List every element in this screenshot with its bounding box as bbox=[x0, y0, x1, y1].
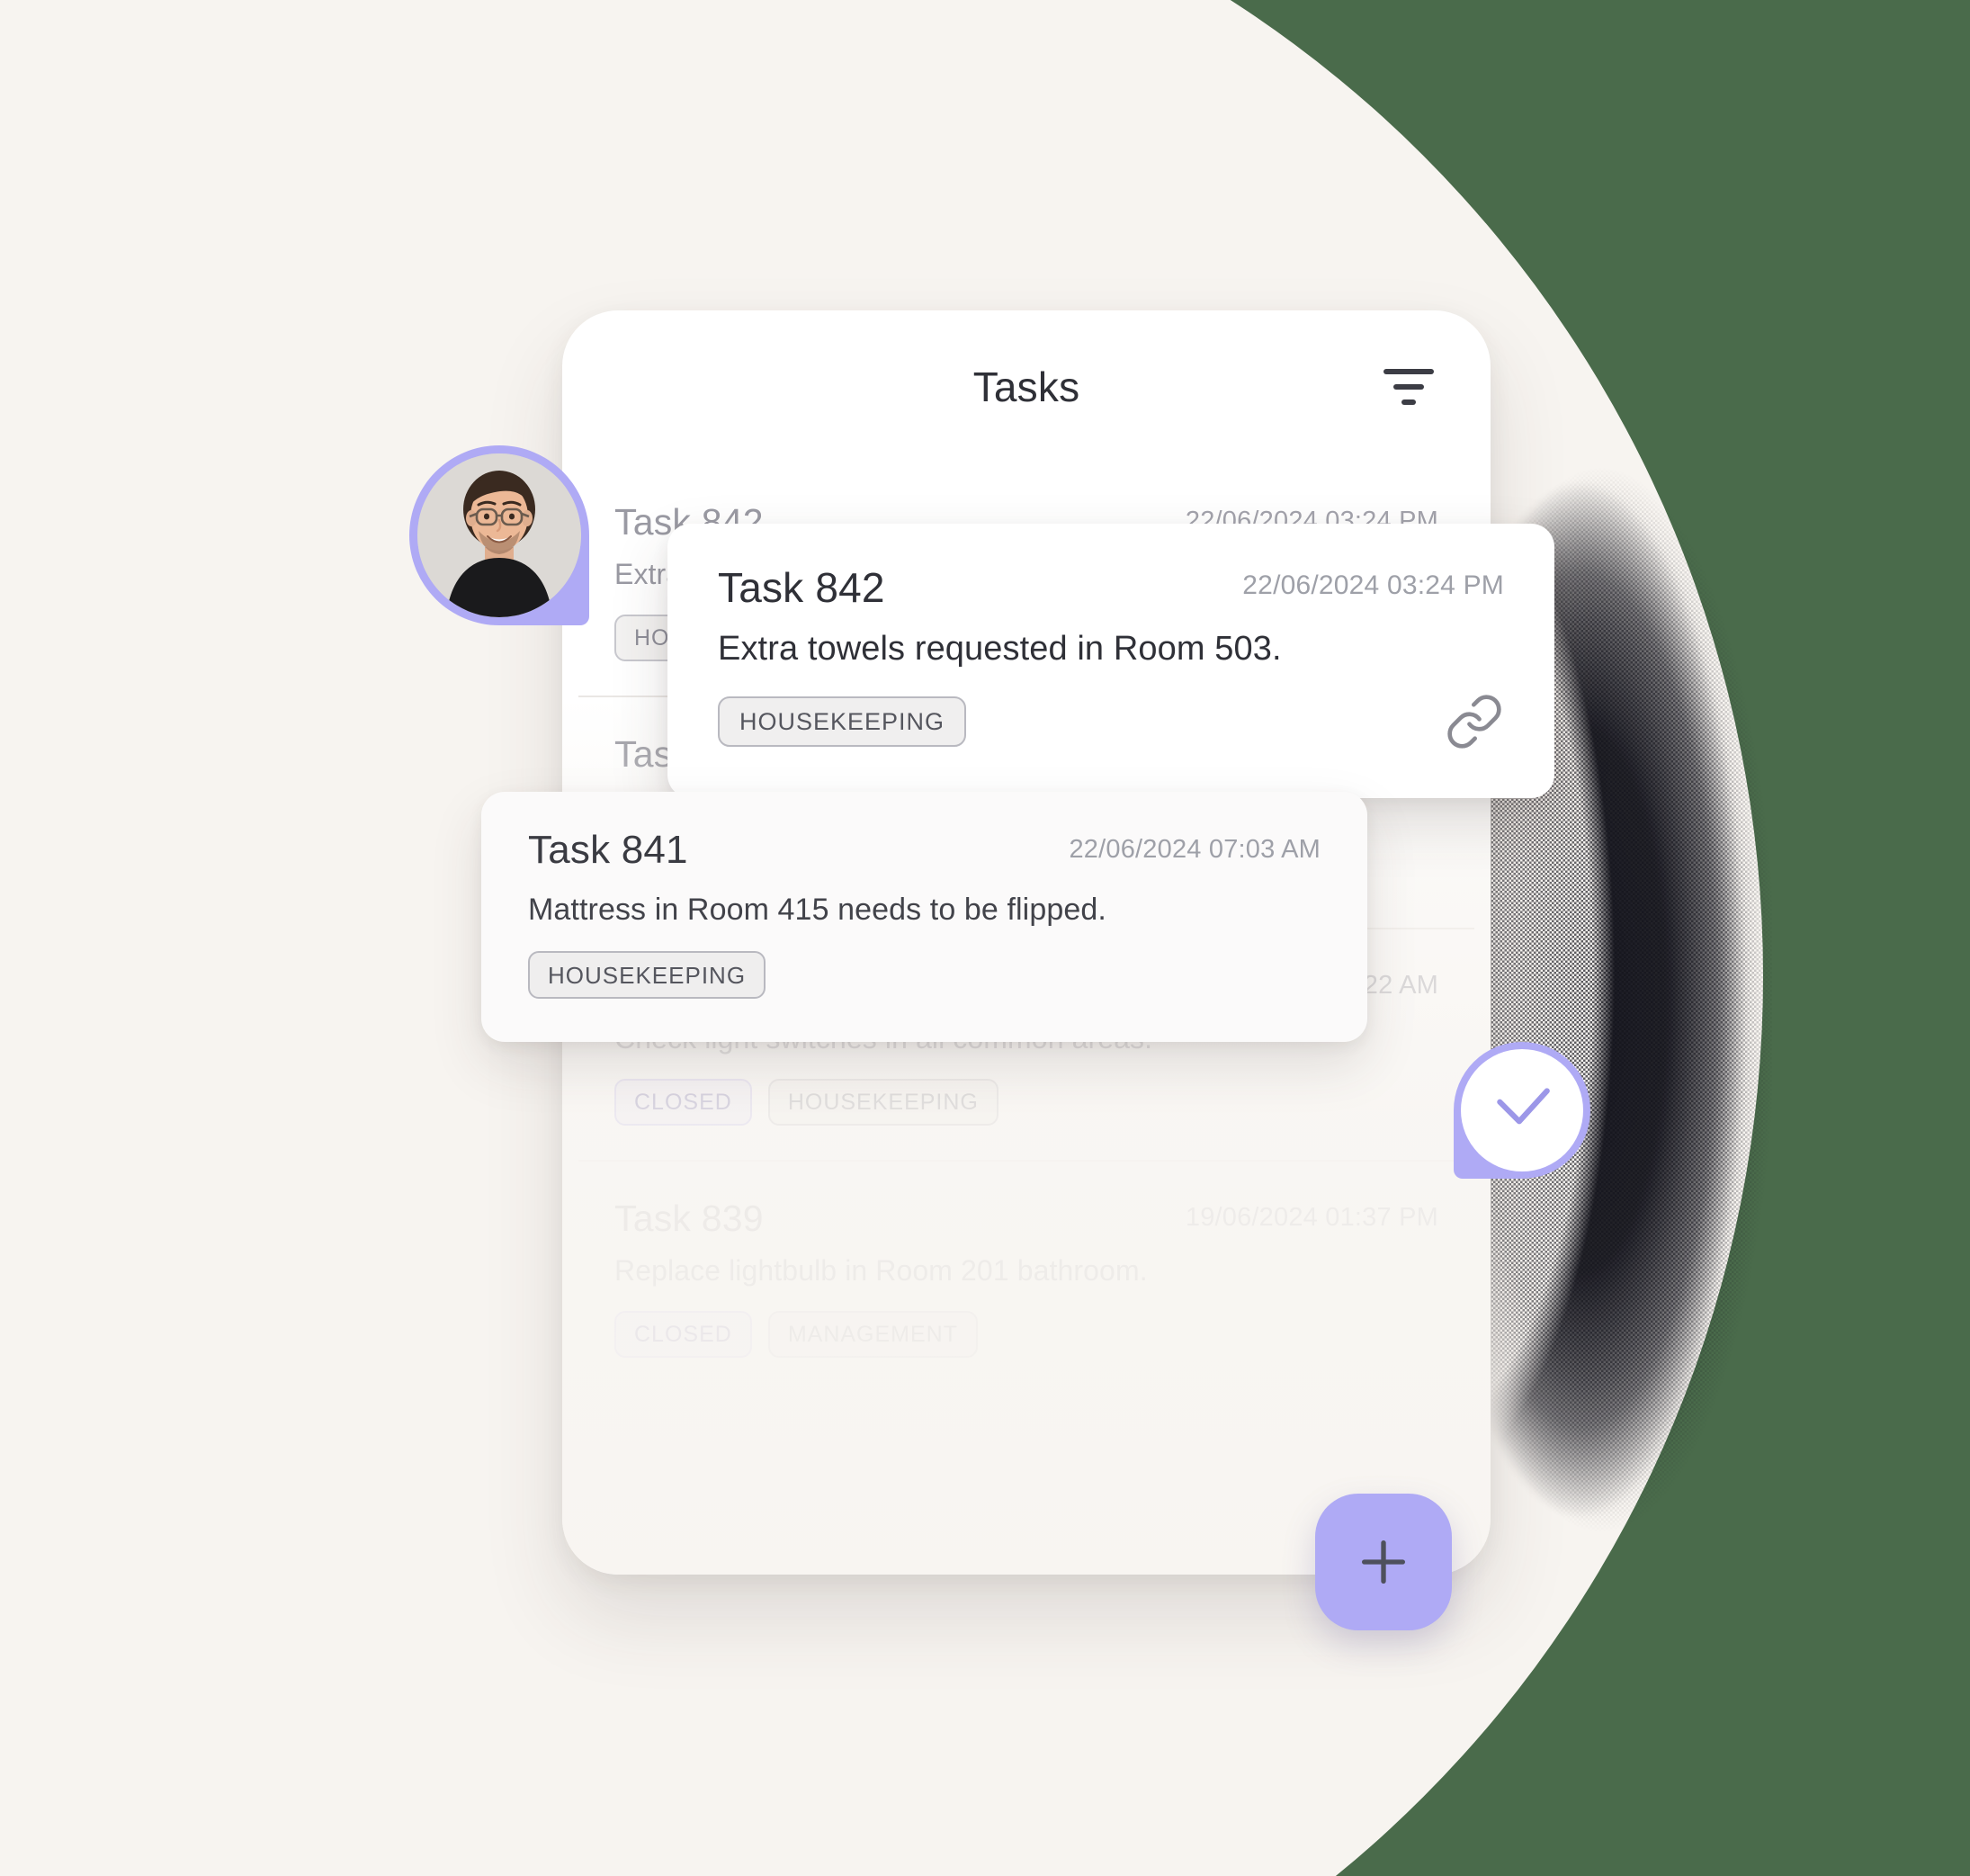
task-id: Task 839 bbox=[614, 1198, 764, 1239]
category-badge[interactable]: HOUSEKEEPING bbox=[718, 696, 967, 747]
task-badges: CLOSED HOUSEKEEPING bbox=[614, 1079, 1438, 1126]
check-bubble-inner bbox=[1461, 1049, 1583, 1171]
task-description: Extra towels requested in Room 503. bbox=[718, 630, 1282, 668]
screenshot-stage: Tasks Task 842 22/06/2024 03:24 PM Extra… bbox=[0, 0, 1970, 1876]
task-timestamp: 22/06/2024 03:24 PM bbox=[1242, 570, 1504, 600]
task-id: Task 842 bbox=[718, 564, 885, 611]
task-complete-check-bubble[interactable] bbox=[1454, 1042, 1590, 1179]
link-icon[interactable] bbox=[1445, 692, 1504, 751]
category-badge[interactable]: HOUSEKEEPING bbox=[767, 1079, 998, 1126]
category-badge[interactable]: HOUSEKEEPING bbox=[528, 951, 766, 999]
task-badges: CLOSED MANAGEMENT bbox=[614, 1311, 1438, 1358]
avatar[interactable] bbox=[409, 445, 589, 625]
task-id: Task 841 bbox=[528, 828, 688, 872]
task-timestamp: 19/06/2024 01:37 PM bbox=[1185, 1203, 1438, 1232]
user-avatar-photo bbox=[417, 453, 581, 617]
task-card-841[interactable]: Task 841 22/06/2024 07:03 AM Mattress in… bbox=[481, 792, 1367, 1042]
plus-icon bbox=[1362, 1540, 1405, 1584]
table-row[interactable]: Task 839 19/06/2024 01:37 PM Replace lig… bbox=[562, 1160, 1491, 1392]
filter-icon[interactable] bbox=[1381, 359, 1437, 415]
status-badge[interactable]: CLOSED bbox=[614, 1311, 752, 1358]
status-badge[interactable]: CLOSED bbox=[614, 1079, 752, 1126]
task-card-842[interactable]: Task 842 22/06/2024 03:24 PM Extra towel… bbox=[667, 524, 1554, 798]
task-description: Replace lightbulb in Room 201 bathroom. bbox=[614, 1254, 1148, 1287]
task-timestamp: 22/06/2024 07:03 AM bbox=[1069, 835, 1321, 864]
add-task-button[interactable] bbox=[1315, 1494, 1452, 1630]
page-title: Tasks bbox=[972, 364, 1080, 410]
category-badge[interactable]: MANAGEMENT bbox=[767, 1311, 978, 1358]
check-icon bbox=[1497, 1088, 1550, 1125]
task-description: Mattress in Room 415 needs to be flipped… bbox=[528, 893, 1106, 927]
phone-header: Tasks bbox=[562, 310, 1491, 463]
